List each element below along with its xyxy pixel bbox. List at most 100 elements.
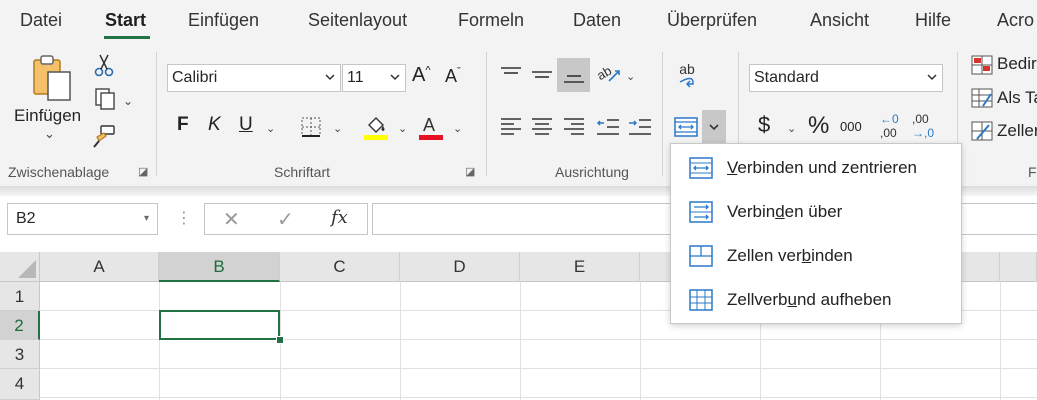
group-divider bbox=[156, 52, 157, 176]
merge-center-icon[interactable] bbox=[670, 112, 702, 142]
underline-button[interactable]: U bbox=[239, 114, 253, 136]
font-size-combo[interactable]: 11 bbox=[342, 64, 406, 92]
orientation-dropdown-icon[interactable]: ⌄ bbox=[626, 70, 635, 83]
decrease-indent-icon[interactable] bbox=[594, 114, 622, 140]
merge-dropdown-icon[interactable] bbox=[702, 110, 726, 144]
decrease-decimal-button[interactable]: ,00 →,0 bbox=[912, 112, 940, 142]
column-header-a[interactable]: A bbox=[40, 252, 159, 282]
alignment-group-label: Ausrichtung bbox=[555, 164, 629, 180]
copy-icon[interactable] bbox=[90, 86, 120, 112]
menu-item-unmerge-cells[interactable]: Zellverbund aufheben bbox=[671, 278, 961, 322]
conditional-format-icon[interactable] bbox=[970, 54, 994, 76]
shrink-font-button[interactable]: Aˇ bbox=[445, 66, 461, 87]
fill-handle[interactable] bbox=[276, 336, 284, 344]
row-header-2[interactable]: 2 bbox=[0, 311, 40, 340]
menu-item-merge-across[interactable]: Verbinden über bbox=[671, 190, 961, 234]
bold-button[interactable]: F bbox=[177, 114, 189, 136]
paste-dropdown-caret[interactable]: ⌄ bbox=[44, 126, 55, 142]
svg-text:ab: ab bbox=[595, 63, 614, 83]
grid-line bbox=[40, 368, 1037, 369]
column-header-c[interactable]: C bbox=[280, 252, 400, 282]
tab-einfuegen[interactable]: Einfügen bbox=[188, 10, 259, 31]
wrap-text-icon[interactable]: ab bbox=[672, 60, 702, 90]
tab-daten[interactable]: Daten bbox=[573, 10, 621, 31]
tab-ueberpruefen[interactable]: Überprüfen bbox=[667, 10, 757, 31]
currency-button[interactable]: $ bbox=[758, 112, 770, 138]
row-header-3[interactable]: 3 bbox=[0, 340, 40, 369]
paste-icon[interactable] bbox=[28, 54, 74, 104]
cell-styles-label[interactable]: Zeller bbox=[997, 121, 1037, 141]
format-as-table-label[interactable]: Als Ta bbox=[997, 88, 1037, 108]
grid-line bbox=[520, 282, 521, 400]
copy-dropdown-icon[interactable]: ⌄ bbox=[123, 94, 133, 108]
chevron-down-icon bbox=[926, 70, 938, 88]
grid-line bbox=[40, 397, 1037, 398]
conditional-format-label[interactable]: Bedir bbox=[997, 54, 1037, 74]
font-color-dropdown-icon[interactable]: ⌄ bbox=[453, 122, 462, 135]
clipboard-launcher-icon[interactable]: ◪ bbox=[138, 165, 150, 178]
percent-button[interactable]: % bbox=[808, 112, 829, 140]
fill-color-icon[interactable] bbox=[363, 112, 389, 142]
tab-hilfe[interactable]: Hilfe bbox=[915, 10, 951, 31]
format-as-table-icon[interactable] bbox=[970, 87, 994, 109]
group-divider bbox=[486, 52, 487, 176]
fill-color-dropdown-icon[interactable]: ⌄ bbox=[398, 122, 407, 135]
tab-seitenlayout[interactable]: Seitenlayout bbox=[308, 10, 407, 31]
cell-styles-icon[interactable] bbox=[970, 120, 994, 142]
align-top-icon[interactable] bbox=[498, 62, 524, 88]
font-launcher-icon[interactable]: ◪ bbox=[465, 165, 477, 178]
name-box[interactable]: B2 ▾ bbox=[7, 203, 158, 235]
column-header-d[interactable]: D bbox=[400, 252, 520, 282]
font-color-icon[interactable]: A bbox=[418, 112, 444, 142]
menu-item-merge-center[interactable]: Verbinden und zentrieren bbox=[671, 146, 961, 190]
underline-dropdown-icon[interactable]: ⌄ bbox=[266, 122, 275, 135]
cut-icon[interactable] bbox=[92, 52, 116, 78]
active-tab-indicator bbox=[104, 36, 150, 39]
align-right-icon[interactable] bbox=[561, 114, 587, 140]
column-header-b[interactable]: B bbox=[159, 252, 280, 282]
row-header-4[interactable]: 4 bbox=[0, 369, 40, 400]
row-header-1[interactable]: 1 bbox=[0, 282, 40, 311]
borders-dropdown-icon[interactable]: ⌄ bbox=[333, 122, 342, 135]
column-header-e[interactable]: E bbox=[520, 252, 640, 282]
borders-icon[interactable] bbox=[298, 114, 324, 140]
menu-item-label: Verbinden und zentrieren bbox=[727, 158, 917, 177]
tab-ansicht[interactable]: Ansicht bbox=[810, 10, 869, 31]
increase-indent-icon[interactable] bbox=[626, 114, 654, 140]
selected-cell-b2[interactable] bbox=[159, 310, 280, 340]
grid-line bbox=[159, 282, 160, 400]
number-format-combo[interactable]: Standard bbox=[749, 64, 943, 92]
italic-button[interactable]: K bbox=[208, 114, 221, 136]
grow-font-button[interactable]: A^ bbox=[412, 64, 431, 87]
confirm-entry-icon[interactable]: ✓ bbox=[277, 207, 294, 232]
insert-function-icon[interactable]: fx bbox=[331, 207, 348, 228]
select-all-button[interactable] bbox=[0, 252, 40, 282]
grid-line bbox=[640, 282, 641, 400]
tab-formeln[interactable]: Formeln bbox=[458, 10, 524, 31]
unmerge-cells-icon bbox=[689, 289, 713, 316]
font-name-combo[interactable]: Calibri bbox=[167, 64, 341, 92]
currency-dropdown-icon[interactable]: ⌄ bbox=[787, 122, 796, 135]
column-header-i[interactable] bbox=[1000, 252, 1037, 282]
align-bottom-icon[interactable] bbox=[557, 58, 590, 92]
formula-bar-buttons: ✕ ✓ fx bbox=[204, 203, 368, 235]
merge-cells-icon bbox=[689, 245, 713, 272]
cancel-entry-icon[interactable]: ✕ bbox=[223, 207, 240, 232]
number-format-value: Standard bbox=[754, 69, 819, 86]
clipboard-group-label: Zwischenablage bbox=[8, 164, 110, 180]
align-left-icon[interactable] bbox=[498, 114, 524, 140]
menu-item-merge-cells[interactable]: Zellen verbinden bbox=[671, 234, 961, 278]
menu-item-label: Zellverbund aufheben bbox=[727, 290, 892, 309]
align-center-icon[interactable] bbox=[529, 114, 555, 140]
thousands-button[interactable]: 000 bbox=[840, 119, 862, 134]
formula-bar-grip-icon[interactable]: ⋮ bbox=[176, 208, 192, 228]
tab-acrobat[interactable]: Acro bbox=[997, 10, 1034, 31]
format-painter-icon[interactable] bbox=[90, 122, 118, 150]
align-middle-icon[interactable] bbox=[529, 62, 555, 88]
chevron-down-icon bbox=[324, 70, 336, 88]
orientation-icon[interactable]: ab bbox=[594, 60, 624, 88]
tab-datei[interactable]: Datei bbox=[20, 10, 62, 31]
increase-decimal-button[interactable]: ←0,00 bbox=[880, 112, 908, 142]
tab-start[interactable]: Start bbox=[105, 10, 146, 31]
paste-label[interactable]: Einfügen bbox=[14, 106, 81, 126]
